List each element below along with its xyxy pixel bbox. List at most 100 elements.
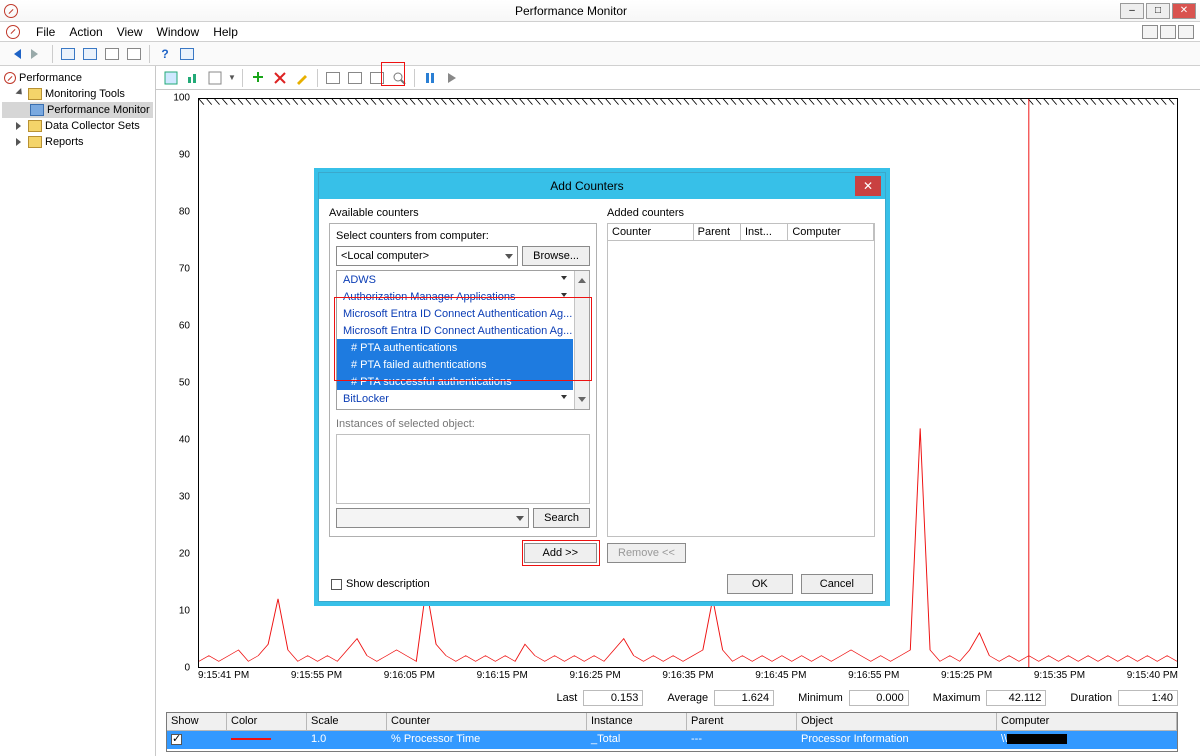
tree-performance-monitor[interactable]: Performance Monitor (2, 102, 153, 118)
counter-legend[interactable]: Show Color Scale Counter Instance Parent… (166, 712, 1178, 752)
tree-item-label: Data Collector Sets (45, 120, 140, 132)
y-tick: 90 (179, 150, 190, 161)
tree-item-label: Reports (45, 136, 84, 148)
y-tick: 30 (179, 492, 190, 503)
y-tick: 100 (173, 93, 190, 104)
col-scale[interactable]: Scale (307, 713, 387, 730)
counter-item[interactable]: Authorization Manager Applications (337, 288, 573, 305)
counter-item[interactable]: BitLocker (337, 390, 573, 407)
folder-icon (28, 88, 42, 100)
toolbar-icon[interactable] (103, 45, 121, 63)
browse-button[interactable]: Browse... (522, 246, 590, 266)
freeze-icon[interactable] (421, 69, 439, 87)
instance-search-combo[interactable] (336, 508, 529, 528)
col-header[interactable]: Parent (694, 224, 741, 240)
counter-item[interactable]: Microsoft Entra ID Connect Authenticatio… (337, 322, 573, 339)
show-checkbox[interactable] (171, 734, 182, 745)
window-title: Performance Monitor (24, 4, 1118, 18)
counter-item[interactable]: # PTA successful authentications (337, 373, 573, 390)
col-counter[interactable]: Counter (387, 713, 587, 730)
minimize-button[interactable]: – (1120, 3, 1144, 19)
menu-window[interactable]: Window (157, 25, 200, 39)
search-button[interactable]: Search (533, 508, 590, 528)
toolbar-icon[interactable] (178, 45, 196, 63)
back-button[interactable] (6, 45, 24, 63)
view-report-icon[interactable] (206, 69, 224, 87)
properties-icon[interactable] (368, 69, 386, 87)
menu-view[interactable]: View (117, 25, 143, 39)
show-hide-tree-icon[interactable] (59, 45, 77, 63)
computer-combo[interactable]: <Local computer> (336, 246, 518, 266)
add-counter-button[interactable] (249, 69, 267, 87)
expander-icon[interactable] (16, 122, 25, 131)
view-histogram-icon[interactable] (184, 69, 202, 87)
col-header[interactable]: Computer (788, 224, 874, 240)
stat-average: 1.624 (714, 690, 774, 706)
counter-item[interactable]: Microsoft Entra ID Connect Authenticatio… (337, 305, 573, 322)
counter-item[interactable]: # PTA failed authentications (337, 356, 573, 373)
legend-row[interactable]: 1.0 % Processor Time _Total --- Processo… (167, 731, 1177, 749)
col-parent[interactable]: Parent (687, 713, 797, 730)
highlight-icon[interactable] (293, 69, 311, 87)
menu-help[interactable]: Help (213, 25, 238, 39)
ok-button[interactable]: OK (727, 574, 793, 594)
stat-label: Average (667, 692, 708, 704)
scrollbar[interactable] (574, 271, 589, 409)
col-header[interactable]: Inst... (741, 224, 788, 240)
close-button[interactable]: ✕ (1172, 3, 1196, 19)
col-instance[interactable]: Instance (587, 713, 687, 730)
col-header[interactable]: Counter (608, 224, 694, 240)
zoom-icon[interactable] (390, 69, 408, 87)
tree-reports[interactable]: Reports (2, 134, 153, 150)
mdi-restore-button[interactable] (1160, 25, 1176, 39)
added-list[interactable] (607, 241, 875, 537)
instances-list[interactable] (336, 434, 590, 504)
forward-button[interactable] (28, 45, 46, 63)
tree-root-performance[interactable]: Performance (2, 70, 153, 86)
x-tick: 9:15:25 PM (941, 670, 992, 684)
col-show[interactable]: Show (167, 713, 227, 730)
update-icon[interactable] (443, 69, 461, 87)
menu-file[interactable]: File (36, 25, 55, 39)
dialog-titlebar[interactable]: Add Counters ✕ (319, 173, 885, 199)
col-computer[interactable]: Computer (997, 713, 1177, 730)
toolbar-icon[interactable] (125, 45, 143, 63)
x-tick: 9:15:35 PM (1034, 670, 1085, 684)
tree-monitoring-tools[interactable]: Monitoring Tools (2, 86, 153, 102)
panel-title: Added counters (607, 207, 875, 219)
select-computer-label: Select counters from computer: (336, 230, 590, 242)
maximize-button[interactable]: □ (1146, 3, 1170, 19)
col-object[interactable]: Object (797, 713, 997, 730)
copy-icon[interactable] (324, 69, 342, 87)
remove-button[interactable]: Remove << (607, 543, 686, 563)
cancel-button[interactable]: Cancel (801, 574, 873, 594)
mmc-toolbar: ? (0, 42, 1200, 66)
view-line-icon[interactable] (162, 69, 180, 87)
expander-icon[interactable] (16, 90, 25, 99)
counter-item[interactable]: ADWS (337, 271, 573, 288)
add-button[interactable]: Add >> (524, 543, 597, 563)
expander-icon[interactable] (16, 138, 25, 147)
console-tree[interactable]: Performance Monitoring Tools Performance… (0, 66, 156, 756)
counter-item[interactable]: # PTA authentications (337, 339, 573, 356)
dialog-close-button[interactable]: ✕ (855, 176, 881, 196)
separator (317, 69, 318, 87)
counter-list[interactable]: ADWSAuthorization Manager ApplicationsMi… (336, 270, 590, 410)
added-counters-panel: Added counters Counter Parent Inst... Co… (607, 207, 875, 563)
mdi-close-button[interactable] (1178, 25, 1194, 39)
mdi-minimize-button[interactable] (1142, 25, 1158, 39)
y-tick: 40 (179, 435, 190, 446)
separator (149, 45, 150, 63)
paste-icon[interactable] (346, 69, 364, 87)
show-description-checkbox[interactable] (331, 579, 342, 590)
monitor-toolbar: ▼ (156, 66, 1200, 90)
tree-item-label: Monitoring Tools (45, 88, 125, 100)
help-icon[interactable]: ? (156, 45, 174, 63)
col-color[interactable]: Color (227, 713, 307, 730)
menu-action[interactable]: Action (69, 25, 102, 39)
delete-counter-button[interactable] (271, 69, 289, 87)
y-tick: 50 (179, 378, 190, 389)
tree-data-collector-sets[interactable]: Data Collector Sets (2, 118, 153, 134)
x-axis: 9:15:41 PM9:15:55 PM9:16:05 PM9:16:15 PM… (198, 670, 1178, 684)
toolbar-icon[interactable] (81, 45, 99, 63)
